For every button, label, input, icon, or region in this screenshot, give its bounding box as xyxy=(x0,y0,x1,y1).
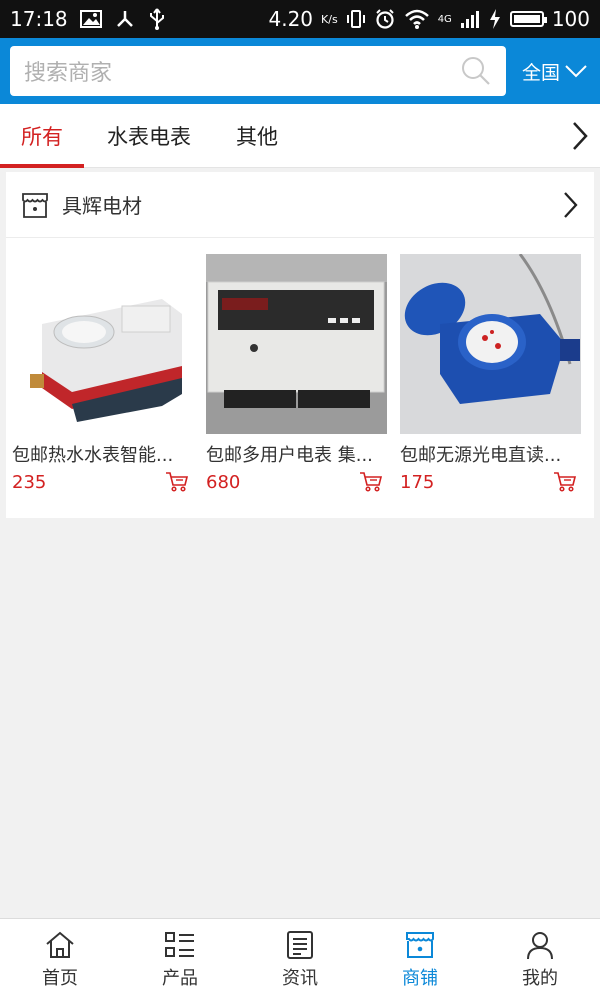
product-image[interactable] xyxy=(206,254,387,434)
region-label: 全国 xyxy=(522,61,561,84)
product-card[interactable]: 包邮无源光电直读... 175 xyxy=(400,254,581,493)
tab-all[interactable]: 所有 xyxy=(0,104,84,168)
header-bar: 搜索商家 全国 xyxy=(0,38,600,104)
wifi-icon xyxy=(404,9,429,29)
tab-other[interactable]: 其他 xyxy=(214,104,300,168)
store-card: 具辉电材 包邮热水水表智能... 235 包邮多用户电表 集... 680 包邮… xyxy=(6,172,594,518)
product-title[interactable]: 包邮多用户电表 集... xyxy=(206,441,387,467)
store-icon xyxy=(406,931,434,958)
product-title[interactable]: 包邮热水水表智能... xyxy=(12,441,193,467)
cart-icon[interactable] xyxy=(553,471,577,493)
bottom-nav: 首页 产品 资讯 商铺 我的 xyxy=(0,918,600,1000)
product-card[interactable]: 包邮热水水表智能... 235 xyxy=(12,254,193,493)
chevron-down-icon xyxy=(565,65,587,78)
product-price: 235 xyxy=(12,471,47,493)
battery-icon xyxy=(509,11,547,27)
product-image[interactable] xyxy=(400,254,581,434)
signal-icon xyxy=(460,11,479,28)
share-icon xyxy=(116,11,133,27)
tab-other-label: 其他 xyxy=(236,124,278,149)
nav-home-label: 首页 xyxy=(42,967,78,989)
nav-products-label: 产品 xyxy=(162,967,198,989)
gallery-icon xyxy=(79,10,102,28)
store-icon xyxy=(22,192,48,218)
nav-home[interactable]: 首页 xyxy=(0,919,120,1000)
product-price: 680 xyxy=(206,471,241,493)
network-type: 4G xyxy=(437,13,452,25)
product-image[interactable] xyxy=(12,254,193,434)
battery-level: 100 xyxy=(551,7,590,31)
user-icon xyxy=(527,931,553,959)
status-time: 17:18 xyxy=(10,7,68,31)
store-header[interactable]: 具辉电材 xyxy=(6,172,594,238)
chevron-right-icon[interactable] xyxy=(570,120,590,152)
usb-icon xyxy=(149,8,164,30)
status-bar: 17:18 4.20 K/s 4G 100 xyxy=(0,0,600,38)
nav-store-label: 商铺 xyxy=(402,967,438,989)
news-icon xyxy=(287,930,313,959)
category-tabs: 所有 水表电表 其他 xyxy=(0,104,600,168)
cart-icon[interactable] xyxy=(165,471,189,493)
product-card[interactable]: 包邮多用户电表 集... 680 xyxy=(206,254,387,493)
vibrate-icon xyxy=(346,10,365,28)
product-title[interactable]: 包邮无源光电直读... xyxy=(400,441,581,467)
network-speed: 4.20 xyxy=(268,7,314,31)
tab-all-label: 所有 xyxy=(21,124,63,149)
search-input[interactable]: 搜索商家 xyxy=(10,46,506,96)
product-list: 包邮热水水表智能... 235 包邮多用户电表 集... 680 包邮无源光电直… xyxy=(6,238,594,493)
nav-store[interactable]: 商铺 xyxy=(360,919,480,1000)
nav-profile[interactable]: 我的 xyxy=(480,919,600,1000)
tab-meters[interactable]: 水表电表 xyxy=(84,104,214,168)
nav-products[interactable]: 产品 xyxy=(120,919,240,1000)
tab-meters-label: 水表电表 xyxy=(107,124,191,149)
cart-icon[interactable] xyxy=(359,471,383,493)
charging-icon xyxy=(489,9,500,29)
network-speed-unit: K/s xyxy=(321,12,338,26)
search-icon[interactable] xyxy=(460,55,492,87)
alarm-icon xyxy=(375,9,394,29)
nav-news-label: 资讯 xyxy=(282,967,318,989)
nav-news[interactable]: 资讯 xyxy=(240,919,360,1000)
store-name: 具辉电材 xyxy=(62,194,142,218)
search-placeholder: 搜索商家 xyxy=(24,61,113,86)
list-icon xyxy=(165,931,194,957)
home-icon xyxy=(46,931,74,958)
product-price: 175 xyxy=(400,471,435,493)
chevron-right-icon[interactable] xyxy=(560,190,580,220)
nav-profile-label: 我的 xyxy=(522,967,558,989)
region-selector[interactable]: 全国 xyxy=(522,58,588,85)
